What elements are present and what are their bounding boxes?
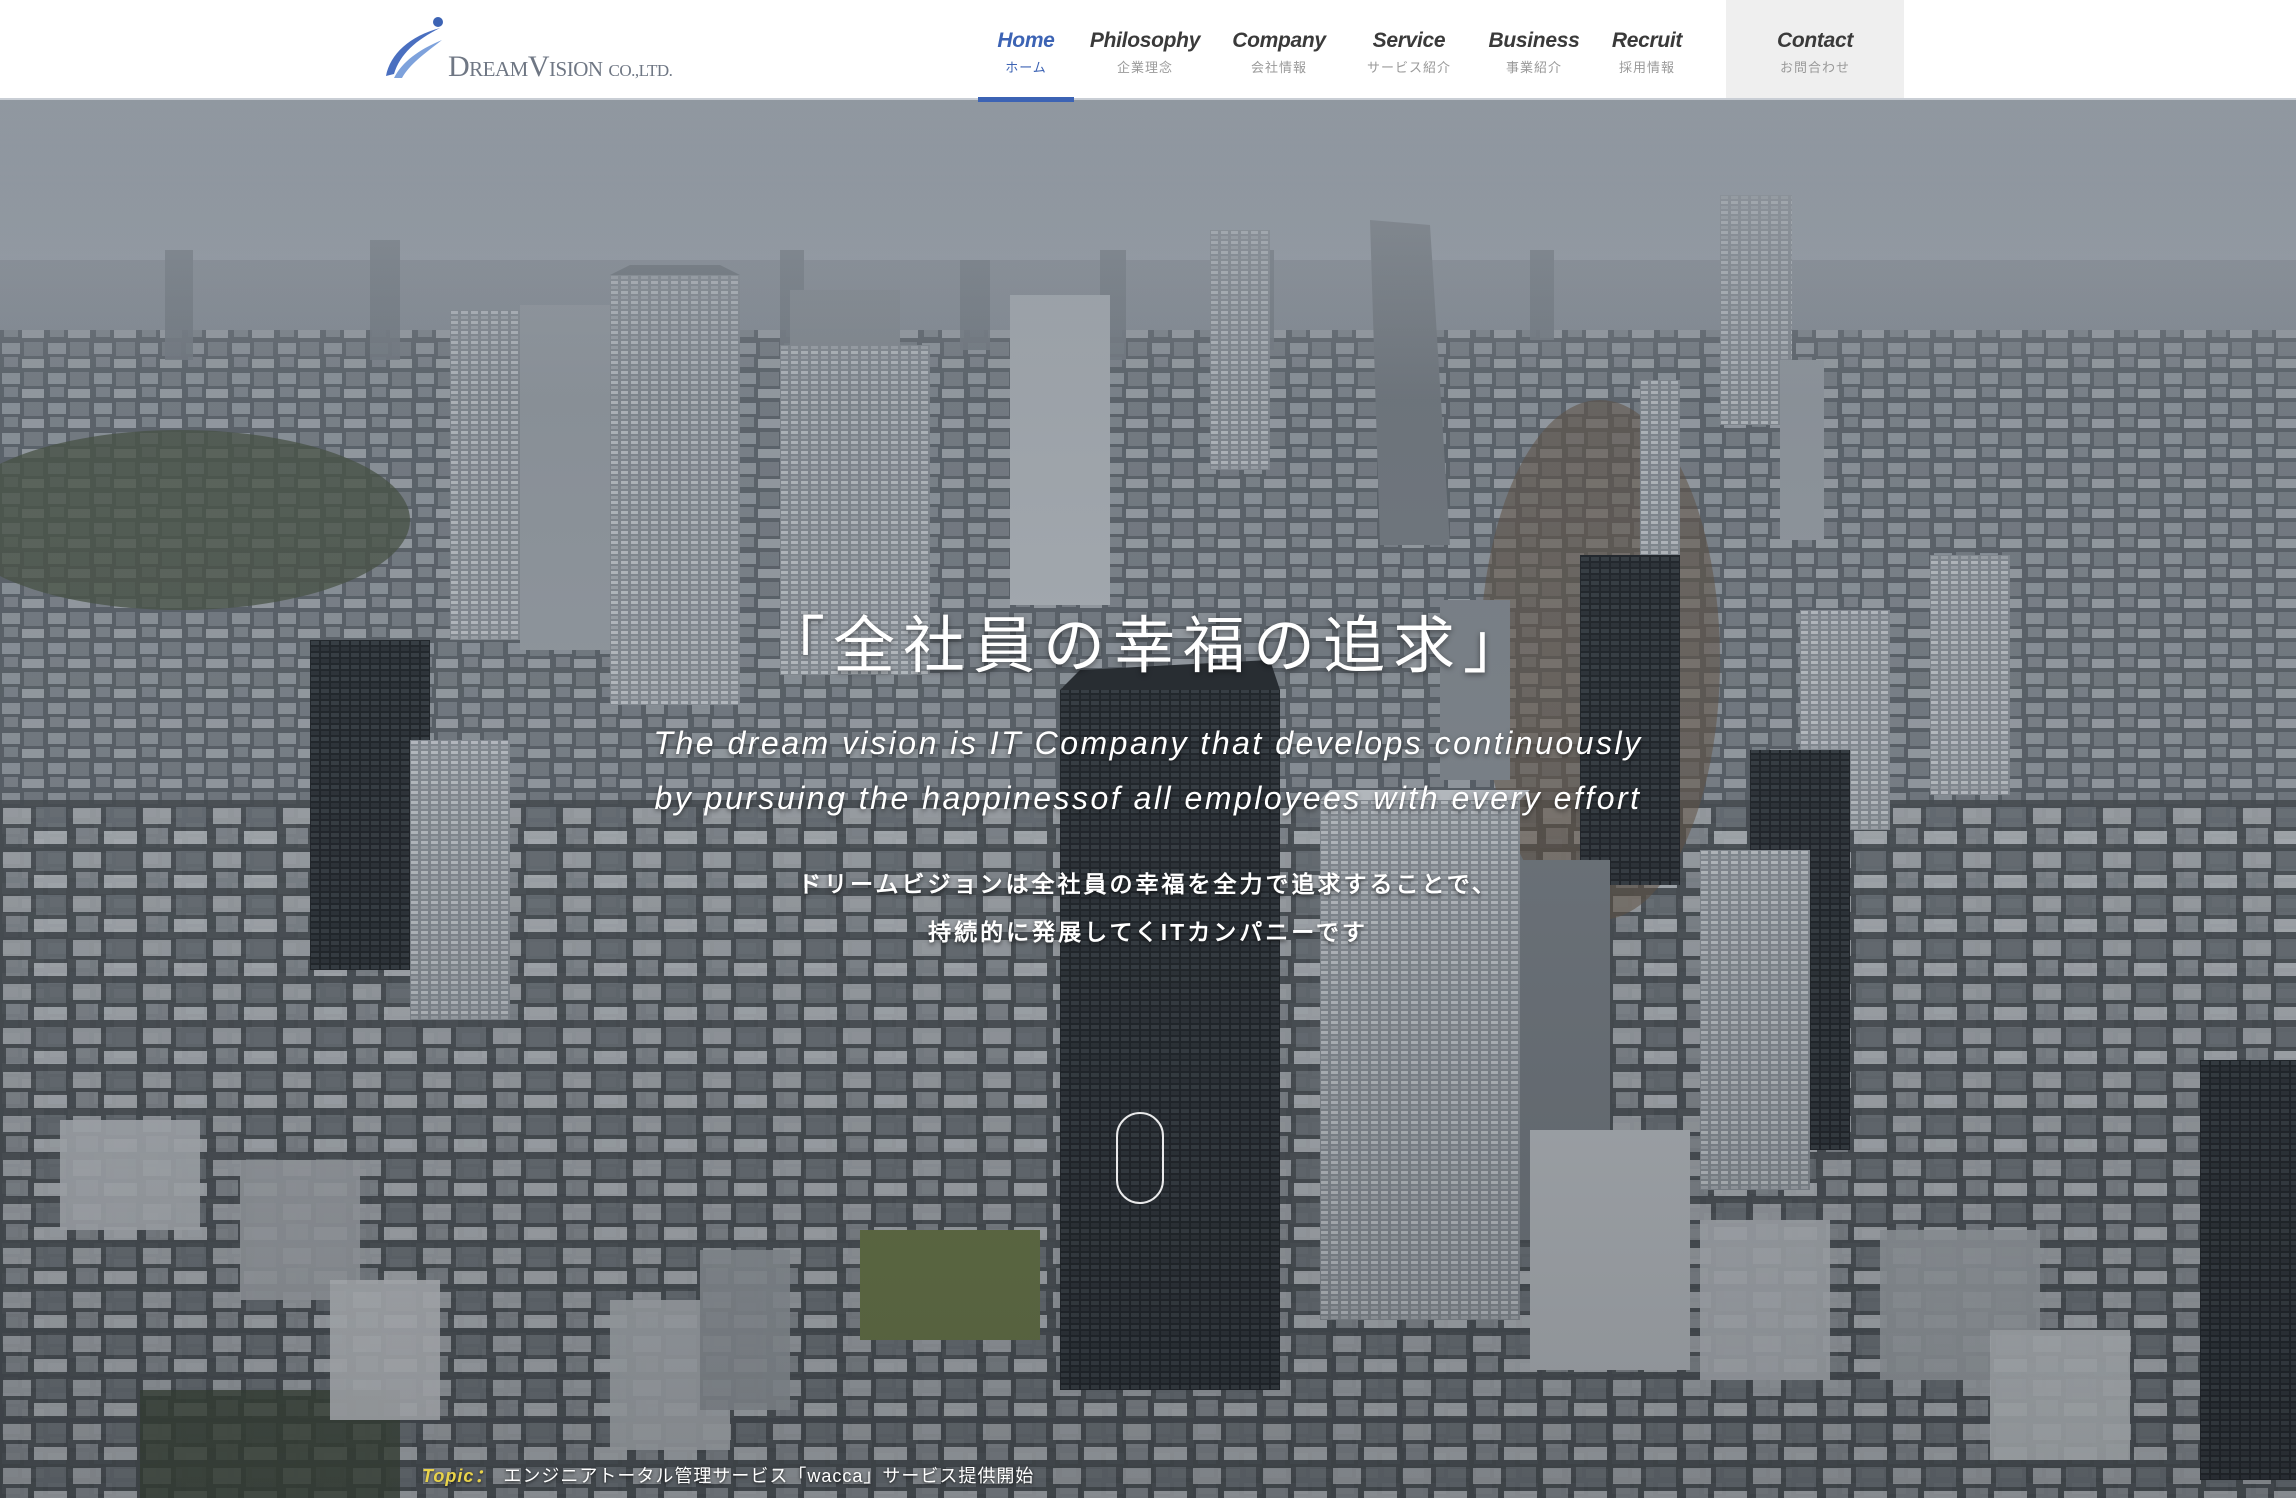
nav-home[interactable]: Home ホーム <box>978 0 1074 102</box>
topic-link[interactable]: エンジニアトータル管理サービス「wacca」サービス提供開始 <box>503 1466 1034 1486</box>
nav-service[interactable]: Service サービス紹介 <box>1356 0 1462 100</box>
nav-philosophy-sublabel: 企業理念 <box>1116 60 1173 75</box>
nav-service-label: Service <box>1372 29 1446 52</box>
nav-business-sublabel: 事業紹介 <box>1505 60 1562 75</box>
nav-contact[interactable]: Contact お問合わせ <box>1726 0 1904 98</box>
nav-contact-label: Contact <box>1776 29 1854 52</box>
nav-recruit-sublabel: 採用情報 <box>1618 60 1675 75</box>
hero-english-line-2: by pursuing the happinessof all employee… <box>654 780 1642 816</box>
hero-japanese-line-2: 持続的に発展してくITカンパニーです <box>928 919 1368 945</box>
logo-wordmark: DREAMVISION CO.,LTD. <box>448 50 673 83</box>
logo-swoosh-icon <box>386 17 443 78</box>
nav-philosophy-label: Philosophy <box>1089 29 1201 52</box>
topic-label: Topic： <box>422 1466 494 1486</box>
nav-company-sublabel: 会社情報 <box>1250 60 1307 75</box>
nav-company[interactable]: Company 会社情報 <box>1226 0 1332 100</box>
nav-philosophy[interactable]: Philosophy 企業理念 <box>1088 0 1202 100</box>
nav-business-label: Business <box>1488 29 1580 52</box>
hero-section: 「全社員の幸福の追求」 The dream vision is IT Compa… <box>0 100 2296 1498</box>
nav-home-label: Home <box>997 29 1055 52</box>
topic-ticker: Topic： エンジニアトータル管理サービス「wacca」サービス提供開始 <box>422 1462 1034 1488</box>
nav-contact-sublabel: お問合わせ <box>1779 60 1850 75</box>
scroll-down-indicator[interactable] <box>1116 1112 1164 1204</box>
site-header: DREAMVISION CO.,LTD. Home ホーム Philosophy … <box>0 0 2296 102</box>
nav-company-label: Company <box>1232 29 1326 52</box>
hero-english-line-1: The dream vision is IT Company that deve… <box>653 725 1643 761</box>
hero-title: 「全社員の幸福の追求」 <box>762 612 1533 681</box>
nav-home-sublabel: ホーム <box>1005 60 1047 75</box>
nav-business[interactable]: Business 事業紹介 <box>1486 0 1582 100</box>
hero-japanese-line-1: ドリームビジョンは全社員の幸福を全力で追求することで、 <box>798 871 1498 897</box>
nav-recruit-label: Recruit <box>1611 29 1683 52</box>
nav-service-sublabel: サービス紹介 <box>1366 60 1451 75</box>
nav-recruit[interactable]: Recruit 採用情報 <box>1602 0 1692 100</box>
dreamvision-logo[interactable]: DREAMVISION CO.,LTD. <box>380 14 680 84</box>
